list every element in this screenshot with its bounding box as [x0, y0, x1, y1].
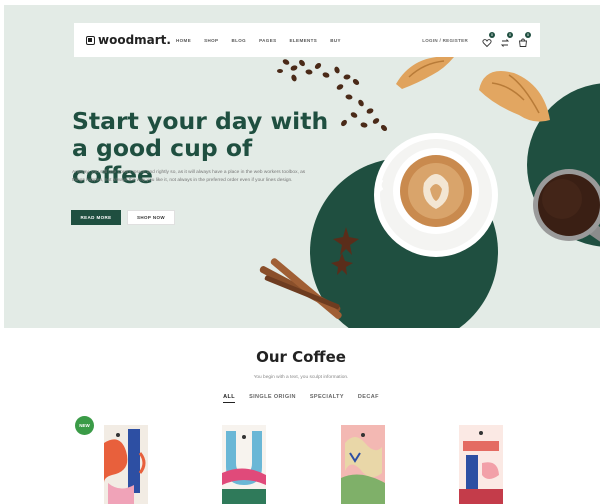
product-bag-1[interactable] [104, 425, 148, 504]
filter-tab-all[interactable]: ALL [223, 394, 236, 403]
croissant-right [479, 71, 550, 122]
nav-actions: LOGIN / REGISTER 0 0 0 [422, 32, 531, 48]
logo[interactable]: woodmart. [86, 33, 176, 47]
hero-section: woodmart. HOME SHOP BLOG PAGES ELEMENTS … [4, 5, 600, 328]
menu-item-home[interactable]: HOME [176, 38, 191, 43]
top-navigation: woodmart. HOME SHOP BLOG PAGES ELEMENTS … [74, 23, 540, 57]
main-menu: HOME SHOP BLOG PAGES ELEMENTS BUY [176, 38, 341, 43]
ground-coffee [533, 169, 600, 243]
heart-icon[interactable]: 0 [482, 32, 495, 48]
menu-item-shop[interactable]: SHOP [204, 38, 218, 43]
logo-icon [86, 35, 95, 45]
product-bag-3[interactable] [341, 425, 385, 504]
section-subtitle: You begin with a text, you sculpt inform… [253, 375, 349, 380]
menu-item-elements[interactable]: ELEMENTS [290, 38, 318, 43]
compare-icon[interactable]: 0 [500, 32, 513, 47]
cart-count-badge: 0 [525, 32, 531, 38]
section-title: Our Coffee [256, 348, 346, 366]
hero-subtitle: Anyway, you still use Lorem Ipsum and ri… [72, 170, 306, 183]
read-more-button[interactable]: READ MORE [71, 210, 121, 225]
filter-tab-specialty[interactable]: SPECIALTY [310, 394, 344, 403]
product-bag-4[interactable] [459, 425, 503, 504]
menu-item-blog[interactable]: BLOG [231, 38, 246, 43]
filter-tab-decaf[interactable]: DECAF [358, 394, 379, 403]
cart-icon[interactable]: 0 [518, 32, 531, 47]
product-filter-tabs: ALL SINGLE ORIGIN SPECIALTY DECAF [0, 394, 602, 403]
filter-tab-single-origin[interactable]: SINGLE ORIGIN [249, 394, 296, 403]
compare-count-badge: 0 [507, 32, 513, 38]
menu-item-pages[interactable]: PAGES [259, 38, 276, 43]
page: woodmart. HOME SHOP BLOG PAGES ELEMENTS … [0, 0, 602, 504]
product-grid [104, 425, 503, 504]
login-register-link[interactable]: LOGIN / REGISTER [422, 38, 468, 43]
wishlist-count-badge: 0 [489, 32, 495, 38]
shop-now-button[interactable]: SHOP NOW [127, 210, 175, 225]
logo-text: woodmart. [98, 33, 171, 47]
product-bag-2[interactable] [222, 425, 266, 504]
our-coffee-section: Our Coffee You begin with a text, you sc… [0, 328, 602, 504]
croissant-top [396, 56, 454, 89]
menu-item-buy[interactable]: BUY [330, 38, 341, 43]
